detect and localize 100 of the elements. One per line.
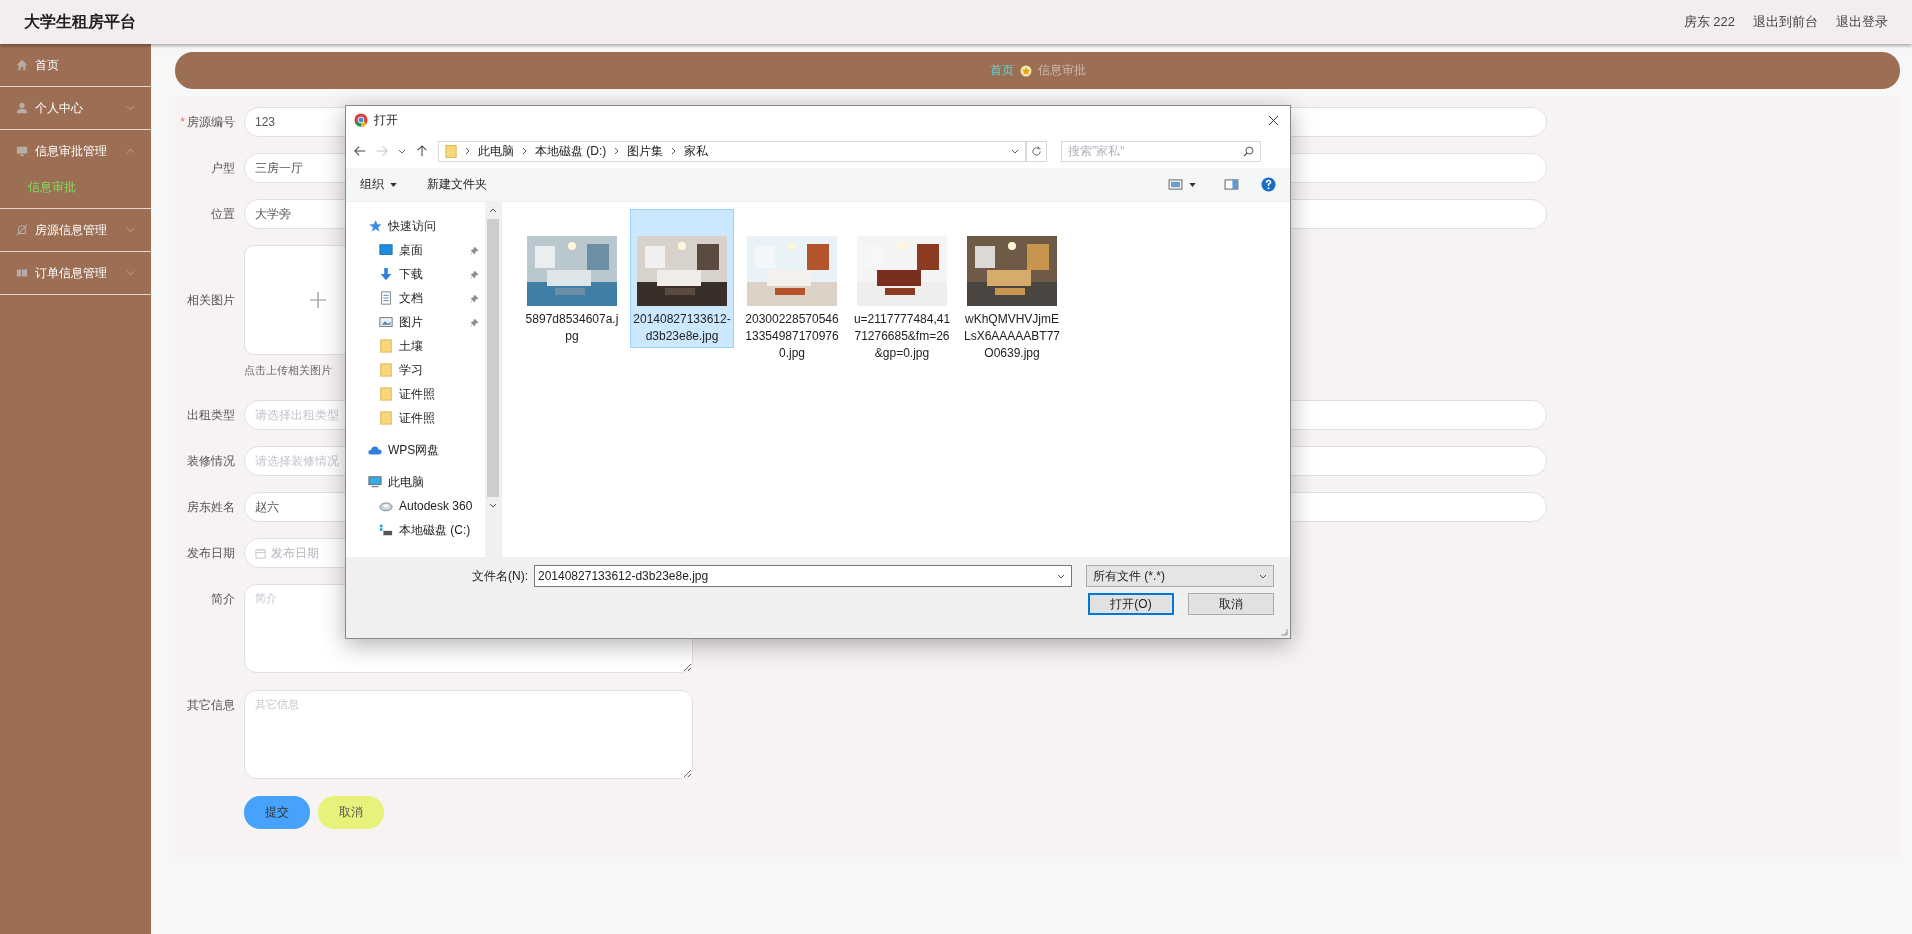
download-icon [379,267,393,281]
file-type-dropdown[interactable]: 所有文件 (*.*) [1086,565,1274,587]
resize-grip-icon[interactable] [1280,628,1288,636]
nav-item[interactable]: 本地磁盘 (C:) [346,518,485,542]
dialog-title: 打开 [374,111,399,129]
sidebar-item[interactable]: 房源信息管理 [0,209,151,251]
drive-icon [379,523,393,537]
help-icon[interactable] [1261,177,1276,192]
plus-icon [309,291,327,309]
user-icon [16,102,28,114]
field-label: 其它信息 [187,697,235,714]
user-name: 房东 222 [1683,13,1735,31]
chevron-up-icon [126,148,135,154]
path-segment[interactable]: 图片集 [627,142,664,160]
chevron-down-icon[interactable] [398,148,406,154]
back-arrow-icon[interactable] [354,145,366,157]
cancel-button[interactable]: 取消 [318,796,384,829]
sidebar-item[interactable]: 个人中心 [0,87,151,129]
scroll-down-icon[interactable] [489,503,497,508]
field-label: 装修情况 [187,453,235,470]
submit-button[interactable]: 提交 [244,796,310,829]
field-label: 房源编号 [187,114,235,131]
scroll-up-icon[interactable] [489,208,497,213]
nav-item[interactable]: 图片 [346,310,485,334]
header-link[interactable]: 退出登录 [1836,13,1888,31]
address-bar[interactable]: 此电脑 本地磁盘 (D:) 图片集 家私 [438,140,1026,162]
scrollbar[interactable] [485,202,501,557]
preview-pane-icon[interactable] [1224,179,1239,190]
star-icon [368,219,382,233]
file-item[interactable]: 20140827133612-d3b23e8e.jpg [630,209,734,348]
folder-icon [379,339,393,353]
nav-item[interactable]: 学习 [346,358,485,382]
folder-icon [379,411,393,425]
nav-item[interactable]: 证件照 [346,406,485,430]
file-item[interactable]: 20300228570546133549871709760.jpg [740,209,844,365]
chevron-down-icon [1057,573,1065,579]
filename-label: 文件名(N): [472,567,528,585]
nav-item[interactable]: 文档 [346,286,485,310]
file-name: u=2117777484,4171276685&fm=26&gp=0.jpg [853,311,951,362]
file-name: 20140827133612-d3b23e8e.jpg [633,311,731,345]
nav-item[interactable]: 证件照 [346,382,485,406]
chevron-down-icon [126,227,135,233]
filename-field[interactable]: 20140827133612-d3b23e8e.jpg [534,565,1072,587]
close-icon[interactable] [1268,114,1279,126]
separator-icon [671,147,677,155]
star-icon [1019,64,1032,77]
chevron-down-icon [126,105,135,111]
path-segment[interactable]: 本地磁盘 (D:) [535,142,607,160]
file-item[interactable]: wKhQMVHVJjmELsX6AAAAABT77O0639.jpg [960,209,1064,365]
bell-off-icon [16,224,28,236]
monitor-icon [16,145,28,157]
desktop-icon [379,243,393,257]
nav-item[interactable]: 此电脑 [346,470,485,494]
path-segment[interactable]: 此电脑 [478,142,514,160]
open-button[interactable]: 打开(O) [1088,593,1174,615]
separator-icon [465,147,470,155]
search-icon [1243,145,1254,157]
file-item[interactable]: u=2117777484,4171276685&fm=26&gp=0.jpg [850,209,954,365]
field-label: 简介 [211,591,235,608]
nav-item[interactable]: 桌面 [346,238,485,262]
pictures-icon [379,315,393,329]
new-folder-button[interactable]: 新建文件夹 [427,176,487,193]
view-icon[interactable] [1168,179,1183,190]
sidebar-item[interactable]: 首页 [0,44,151,86]
folder-icon [379,363,393,377]
separator-icon [522,147,527,155]
field-label: 相关图片 [187,292,235,309]
field-label: 出租类型 [187,407,235,424]
file-name: 20300228570546133549871709760.jpg [744,311,840,362]
header-link[interactable]: 退出到前台 [1753,13,1818,31]
upload-hint: 点击上传相关图片 [244,363,332,378]
file-item[interactable]: 5897d8534607a.jpg [520,209,624,348]
cancel-button[interactable]: 取消 [1188,593,1274,615]
field-label: 房东姓名 [187,499,235,516]
nav-item[interactable]: 快速访问 [346,214,485,238]
chevron-down-icon [1259,573,1267,579]
calendar-icon [255,547,266,559]
nav-item[interactable]: 下载 [346,262,485,286]
file-name: wKhQMVHVJjmELsX6AAAAABT77O0639.jpg [963,311,1061,362]
cloud-drive-icon [379,499,393,513]
path-segment[interactable]: 家私 [684,142,709,160]
field-label: 位置 [211,206,235,223]
nav-item[interactable]: Autodesk 360 [346,494,485,518]
sidebar-item[interactable]: 订单信息管理 [0,252,151,294]
chevron-down-icon[interactable] [1011,148,1019,154]
nav-item[interactable]: WPS网盘 [346,438,485,462]
computer-icon [368,475,382,489]
folder-icon [445,143,457,159]
refresh-icon[interactable] [1031,145,1042,157]
browser-icon [354,113,368,127]
folder-icon [379,387,393,401]
up-arrow-icon[interactable] [416,145,428,157]
nav-item[interactable]: 土壤 [346,334,485,358]
organize-menu[interactable]: 组织 [360,176,384,193]
file-name: 5897d8534607a.jpg [524,311,620,345]
document-icon [379,291,393,305]
field-label: 发布日期 [187,545,235,562]
sidebar-item[interactable]: 信息审批管理 [0,130,151,172]
site-title: 大学生租房平台 [24,11,136,32]
separator-icon [614,147,620,155]
